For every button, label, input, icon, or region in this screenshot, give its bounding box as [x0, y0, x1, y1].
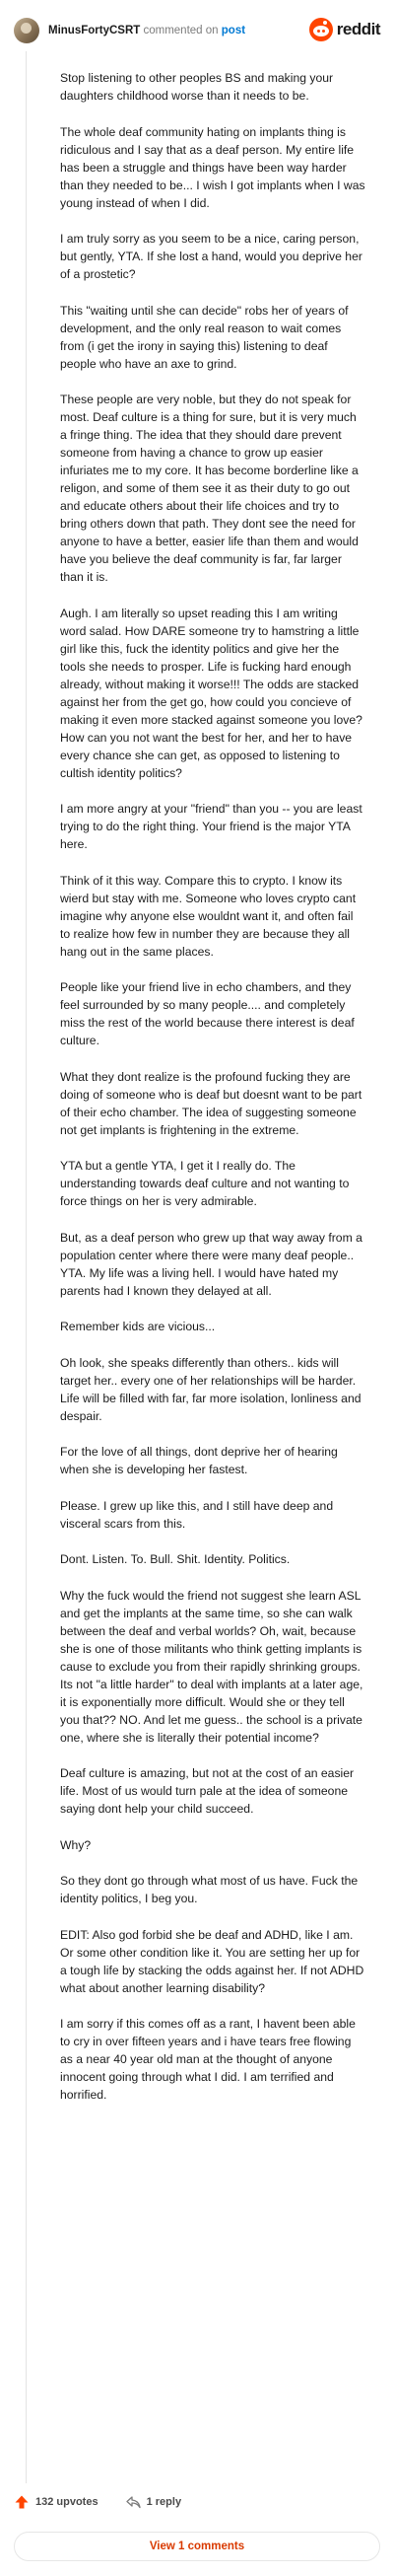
reddit-logo-icon — [308, 18, 333, 41]
comment-paragraph: Think of it this way. Compare this to cr… — [60, 873, 357, 959]
reply-count: 1 reply — [146, 2496, 182, 2508]
comment-paragraph: EDIT: Also god forbid she be deaf and AD… — [60, 1927, 364, 1995]
comment-paragraph: What they dont realize is the profound f… — [60, 1069, 362, 1137]
upvote-count: 132 upvotes — [35, 2496, 98, 2508]
comment-paragraph: Please. I grew up like this, and I still… — [60, 1498, 334, 1531]
comment-card: MinusFortyCSRT commented on post reddit … — [0, 0, 394, 2576]
comment-paragraph: YTA but a gentle YTA, I get it I really … — [60, 1159, 350, 1208]
comment-paragraph: Deaf culture is amazing, but not at the … — [60, 1766, 355, 1816]
comment-paragraph: I am truly sorry as you seem to be a nic… — [60, 232, 362, 281]
avatar[interactable] — [14, 18, 39, 43]
comment-header: MinusFortyCSRT commented on post reddit — [14, 16, 381, 45]
reply-button[interactable]: 1 reply — [125, 2495, 182, 2509]
comment-meta: MinusFortyCSRT commented on post — [48, 24, 245, 37]
comment-paragraph: I am more angry at your "friend" than yo… — [60, 802, 362, 851]
view-comments-button[interactable]: View 1 comments — [14, 2532, 380, 2561]
comment-paragraph: The whole deaf community hating on impla… — [60, 124, 365, 210]
comment-paragraph: For the love of all things, dont deprive… — [60, 1445, 338, 1476]
comment-paragraph: But, as a deaf person who grew up that w… — [60, 1230, 362, 1298]
comment-body: Stop listening to other peoples BS and m… — [60, 69, 365, 2122]
reddit-logo[interactable]: reddit — [308, 18, 381, 41]
comment-paragraph: Stop listening to other peoples BS and m… — [60, 71, 334, 103]
comment-paragraph: I am sorry if this comes off as a rant, … — [60, 2017, 356, 2102]
thread-line[interactable] — [26, 51, 27, 2483]
comment-footer: 132 upvotes 1 reply — [14, 2492, 181, 2512]
comment-paragraph: Why? — [60, 1837, 92, 1852]
comment-paragraph: Oh look, she speaks differently than oth… — [60, 1355, 361, 1423]
upvote-arrow-icon[interactable] — [14, 2494, 30, 2510]
comment-paragraph: So they dont go through what most of us … — [60, 1874, 359, 1905]
reply-icon — [125, 2495, 141, 2508]
commented-label: commented on — [143, 25, 219, 36]
comment-paragraph: These people are very noble, but they do… — [60, 393, 359, 584]
comment-paragraph: This "waiting until she can decide" robs… — [60, 303, 349, 371]
comment-paragraph: Why the fuck would the friend not sugges… — [60, 1588, 363, 1745]
reddit-wordmark: reddit — [336, 20, 381, 38]
comment-paragraph: Dont. Listen. To. Bull. Shit. Identity. … — [60, 1552, 291, 1566]
comment-paragraph: People like your friend live in echo cha… — [60, 980, 355, 1047]
comment-paragraph: Augh. I am literally so upset reading th… — [60, 606, 362, 780]
username[interactable]: MinusFortyCSRT — [48, 25, 140, 36]
comment-paragraph: Remember kids are vicious... — [60, 1320, 216, 1333]
post-link[interactable]: post — [222, 25, 245, 36]
